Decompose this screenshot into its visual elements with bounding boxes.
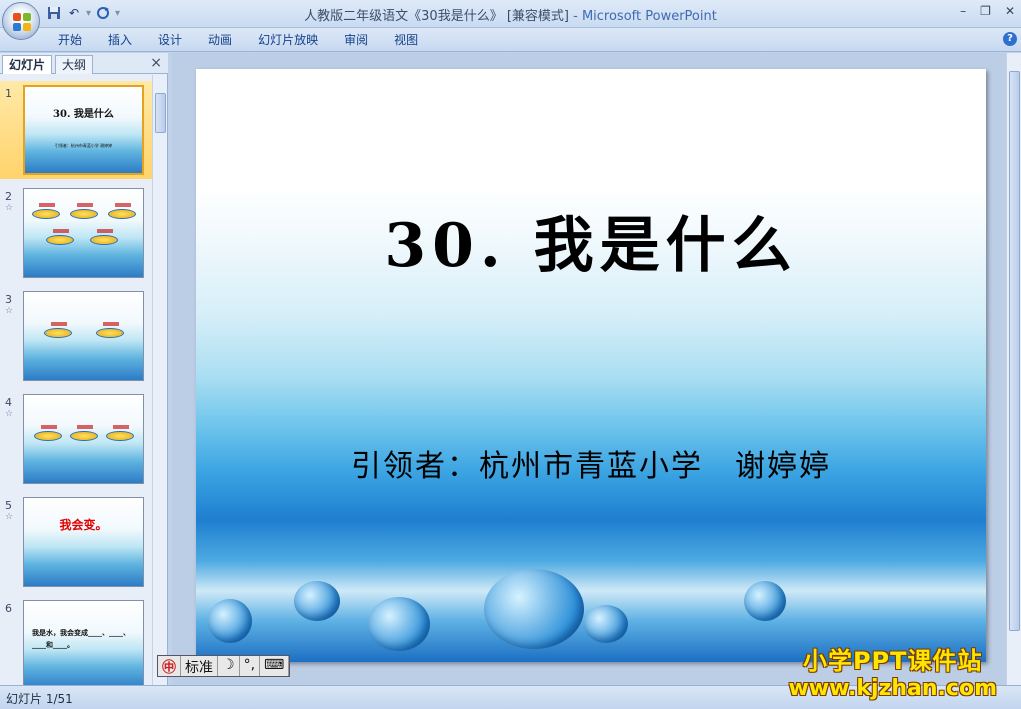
slide-number: 5	[5, 499, 12, 512]
thumb-text: 我是水，我会变成____、____、____和____。	[32, 629, 130, 649]
slide-thumbnail-3[interactable]	[23, 291, 144, 381]
thumbnail-row-4[interactable]: 4 ☆	[0, 390, 152, 488]
thumbnail-row-6[interactable]: 6 我是水，我会变成____、____、____和____。	[0, 596, 152, 685]
tab-home[interactable]: 开始	[46, 32, 96, 48]
thumb-text: 我会变。	[59, 518, 108, 532]
water-drop	[294, 581, 340, 621]
tab-view[interactable]: 视图	[382, 32, 432, 48]
tab-design[interactable]: 设计	[146, 32, 196, 48]
moon-icon[interactable]: ☽	[218, 656, 240, 676]
water-drop	[208, 599, 252, 643]
slide-number: 2	[5, 190, 12, 203]
tab-outline[interactable]: 大纲	[55, 55, 94, 74]
title-bar: ↶ ▾ ▾ 人教版二年级语文《30我是什么》 [兼容模式] - Microsof…	[0, 0, 1021, 28]
thumb-subtitle: 引领者：杭州市青蓝小学 谢婷婷	[54, 143, 113, 148]
slide-thumbnail-5[interactable]: 我会变。	[23, 497, 144, 587]
water-drop	[584, 605, 628, 643]
water-drop	[368, 597, 430, 651]
water-drop	[744, 581, 786, 621]
slide-number: 1	[5, 87, 12, 100]
word-pill	[90, 229, 118, 245]
slide-number: 4	[5, 396, 12, 409]
slides-pane: 幻灯片 大纲 × 1 30. 我是什么 引领者：杭州市青蓝小学 谢婷婷 2 ☆	[0, 53, 168, 685]
slide-counter: 幻灯片 1/51	[6, 692, 73, 706]
animation-star-icon: ☆	[5, 512, 14, 522]
ime-toolbar: ㊥ 标准 ☽ °, ⌨	[157, 655, 291, 677]
slide-thumbnail-4[interactable]	[23, 394, 144, 484]
ribbon-tabs: 开始 插入 设计 动画 幻灯片放映 审阅 视图	[46, 32, 432, 48]
slide-title[interactable]: 30. 我是什么	[196, 197, 986, 284]
watermark-logo: 小学PPT课件站 www.kjzhan.com	[788, 641, 997, 701]
minimize-button[interactable]: –	[960, 4, 966, 18]
tab-slides[interactable]: 幻灯片	[2, 55, 53, 74]
thumb-title: 30. 我是什么	[53, 109, 114, 120]
ribbon: 开始 插入 设计 动画 幻灯片放映 审阅 视图 ?	[0, 28, 1021, 52]
animation-star-icon: ☆	[5, 203, 14, 213]
office-logo-icon	[13, 13, 31, 31]
help-icon[interactable]: ?	[1003, 32, 1017, 46]
word-pill	[108, 203, 136, 219]
tab-slideshow[interactable]: 幻灯片放映	[246, 32, 332, 48]
word-pill	[34, 425, 62, 441]
thumbnail-row-5[interactable]: 5 ☆ 我会变。	[0, 493, 152, 591]
window-controls: – ❐ ✕	[960, 4, 1015, 18]
window-title: 人教版二年级语文《30我是什么》 [兼容模式] - Microsoft Powe…	[0, 5, 1021, 24]
pane-tabs: 幻灯片 大纲 ×	[0, 53, 168, 74]
current-slide[interactable]: 30. 我是什么 引领者：杭州市青蓝小学 谢婷婷	[196, 69, 986, 662]
word-pill	[46, 229, 74, 245]
thumbnail-row-2[interactable]: 2 ☆	[0, 184, 152, 282]
close-button[interactable]: ✕	[1005, 4, 1015, 18]
slide-number: 6	[5, 602, 12, 615]
editor-scrollbar[interactable]	[1006, 53, 1021, 685]
slide-number: 3	[5, 293, 12, 306]
slide-thumbnail-6[interactable]: 我是水，我会变成____、____、____和____。	[23, 600, 144, 685]
thumbnail-row-1[interactable]: 1 30. 我是什么 引领者：杭州市青蓝小学 谢婷婷	[0, 81, 152, 179]
thumbnail-row-3[interactable]: 3 ☆	[0, 287, 152, 385]
tab-review[interactable]: 审阅	[332, 32, 382, 48]
keyboard-icon[interactable]: ⌨	[260, 656, 290, 676]
editor-scroll-thumb[interactable]	[1009, 71, 1020, 631]
word-pill	[70, 203, 98, 219]
watermark-line1: 小学PPT课件站	[802, 647, 983, 675]
watermark-line2: www.kjzhan.com	[788, 676, 997, 701]
pane-scrollbar[interactable]	[152, 75, 167, 685]
slide-thumbnail-2[interactable]	[23, 188, 144, 278]
word-pill	[44, 322, 72, 338]
pane-close-icon[interactable]: ×	[150, 55, 162, 71]
punctuation-icon[interactable]: °,	[240, 656, 261, 676]
slide-editor: 30. 我是什么 引领者：杭州市青蓝小学 谢婷婷	[172, 53, 1006, 685]
slide-subtitle[interactable]: 引领者：杭州市青蓝小学 谢婷婷	[196, 441, 986, 485]
restore-button[interactable]: ❐	[980, 4, 991, 18]
app-name: - Microsoft PowerPoint	[573, 9, 717, 24]
ime-logo-icon[interactable]: ㊥	[158, 656, 181, 676]
word-pill	[32, 203, 60, 219]
pane-scroll-thumb[interactable]	[155, 93, 166, 133]
animation-star-icon: ☆	[5, 306, 14, 316]
word-pill	[106, 425, 134, 441]
slide-thumbnail-1[interactable]: 30. 我是什么 引领者：杭州市青蓝小学 谢婷婷	[23, 85, 144, 175]
word-pill	[70, 425, 98, 441]
animation-star-icon: ☆	[5, 409, 14, 419]
tab-insert[interactable]: 插入	[96, 32, 146, 48]
water-drop	[484, 569, 584, 649]
ime-mode[interactable]: 标准	[181, 656, 218, 676]
thumbnail-list: 1 30. 我是什么 引领者：杭州市青蓝小学 谢婷婷 2 ☆ 3 ☆ 4 ☆ 5…	[0, 75, 152, 685]
tab-animations[interactable]: 动画	[196, 32, 246, 48]
office-button[interactable]	[2, 2, 40, 40]
word-pill	[96, 322, 124, 338]
document-title: 人教版二年级语文《30我是什么》 [兼容模式]	[304, 9, 569, 24]
